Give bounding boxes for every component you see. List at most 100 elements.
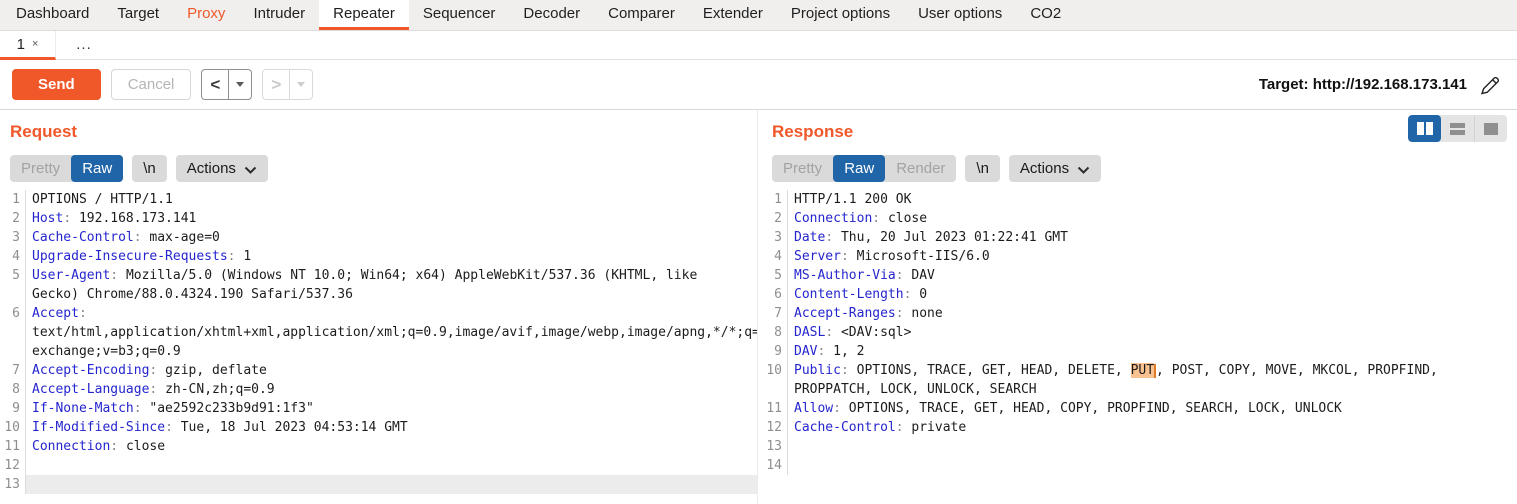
code-token: 0 bbox=[919, 287, 927, 302]
back-arrow-icon[interactable]: < bbox=[202, 75, 228, 95]
editor-line: 5MS-Author-Via: DAV bbox=[762, 266, 1517, 285]
line-content[interactable]: If-Modified-Since: Tue, 18 Jul 2023 04:5… bbox=[26, 418, 757, 437]
line-content[interactable]: User-Agent: Mozilla/5.0 (Windows NT 10.0… bbox=[26, 266, 757, 304]
request-actions-button[interactable]: Actions bbox=[176, 155, 268, 182]
line-content[interactable]: Accept: text/html,application/xhtml+xml,… bbox=[26, 304, 757, 361]
request-editor[interactable]: 1OPTIONS / HTTP/1.12Host: 192.168.173.14… bbox=[0, 190, 757, 504]
request-panel: Request Pretty Raw \n Actions 1OPTIONS /… bbox=[0, 110, 758, 504]
line-content[interactable]: Public: OPTIONS, TRACE, GET, HEAD, DELET… bbox=[788, 361, 1517, 399]
code-token: private bbox=[911, 420, 966, 435]
request-tab-pretty[interactable]: Pretty bbox=[10, 155, 71, 182]
code-token: : bbox=[149, 382, 165, 397]
layout-columns-button[interactable] bbox=[1408, 115, 1441, 142]
code-token: Cache-Control bbox=[794, 420, 896, 435]
code-token: Accept-Encoding bbox=[32, 363, 149, 378]
line-content[interactable]: Cache-Control: private bbox=[788, 418, 1517, 437]
code-token: Thu, 20 Jul 2023 01:22:41 GMT bbox=[841, 230, 1068, 245]
tab-close-icon[interactable]: × bbox=[32, 38, 38, 50]
line-content[interactable]: DASL: <DAV:sql> bbox=[788, 323, 1517, 342]
line-content[interactable]: Accept-Ranges: none bbox=[788, 304, 1517, 323]
edit-target-icon[interactable] bbox=[1479, 74, 1501, 96]
line-number: 7 bbox=[762, 304, 788, 323]
line-content[interactable]: Upgrade-Insecure-Requests: 1 bbox=[26, 247, 757, 266]
code-token: : bbox=[63, 211, 79, 226]
menu-item-intruder[interactable]: Intruder bbox=[239, 0, 319, 30]
menu-item-co2[interactable]: CO2 bbox=[1016, 0, 1075, 30]
line-content[interactable] bbox=[26, 456, 757, 475]
response-actions-button[interactable]: Actions bbox=[1009, 155, 1101, 182]
menu-item-comparer[interactable]: Comparer bbox=[594, 0, 689, 30]
line-number: 1 bbox=[762, 190, 788, 209]
response-tab-raw[interactable]: Raw bbox=[833, 155, 885, 182]
back-dropdown-icon[interactable] bbox=[236, 82, 244, 87]
menu-item-repeater[interactable]: Repeater bbox=[319, 0, 409, 30]
response-tab-pretty[interactable]: Pretty bbox=[772, 155, 833, 182]
code-token: Cache-Control bbox=[32, 230, 134, 245]
response-editor[interactable]: 1HTTP/1.1 200 OK2Connection: close3Date:… bbox=[762, 190, 1517, 504]
line-number: 1 bbox=[0, 190, 26, 209]
line-number: 8 bbox=[762, 323, 788, 342]
layout-switcher bbox=[1408, 115, 1507, 142]
code-token: : bbox=[872, 211, 888, 226]
line-content[interactable]: Accept-Language: zh-CN,zh;q=0.9 bbox=[26, 380, 757, 399]
response-tab-newline[interactable]: \n bbox=[965, 155, 1000, 182]
request-tab-raw[interactable]: Raw bbox=[71, 155, 123, 182]
line-content[interactable]: HTTP/1.1 200 OK bbox=[788, 190, 1517, 209]
line-content[interactable]: Connection: close bbox=[26, 437, 757, 456]
code-token: : bbox=[833, 401, 849, 416]
menu-item-sequencer[interactable]: Sequencer bbox=[409, 0, 510, 30]
line-content[interactable]: Connection: close bbox=[788, 209, 1517, 228]
request-tab-newline[interactable]: \n bbox=[132, 155, 167, 182]
editor-line: 3Cache-Control: max-age=0 bbox=[0, 228, 757, 247]
code-token: : bbox=[149, 363, 165, 378]
menu-item-target[interactable]: Target bbox=[103, 0, 173, 30]
line-content[interactable]: Host: 192.168.173.141 bbox=[26, 209, 757, 228]
send-button[interactable]: Send bbox=[12, 69, 101, 100]
line-number: 8 bbox=[0, 380, 26, 399]
request-view-tabs: Pretty Raw \n Actions bbox=[10, 155, 747, 182]
repeater-tab-1[interactable]: 1 × bbox=[0, 31, 56, 60]
code-token: Content-Length bbox=[794, 287, 904, 302]
line-number: 9 bbox=[762, 342, 788, 361]
split-divider bbox=[228, 70, 229, 99]
cancel-button[interactable]: Cancel bbox=[111, 69, 192, 100]
code-token: : bbox=[825, 325, 841, 340]
code-token: OPTIONS / HTTP/1.1 bbox=[32, 192, 173, 207]
editor-line: 6Content-Length: 0 bbox=[762, 285, 1517, 304]
menu-item-dashboard[interactable]: Dashboard bbox=[2, 0, 103, 30]
line-content[interactable] bbox=[26, 475, 757, 494]
line-content[interactable]: Content-Length: 0 bbox=[788, 285, 1517, 304]
line-content[interactable]: DAV: 1, 2 bbox=[788, 342, 1517, 361]
layout-single-button[interactable] bbox=[1474, 115, 1507, 142]
line-content[interactable] bbox=[788, 456, 1517, 475]
line-content[interactable]: OPTIONS / HTTP/1.1 bbox=[26, 190, 757, 209]
line-content[interactable] bbox=[788, 437, 1517, 456]
line-content[interactable]: Server: Microsoft-IIS/6.0 bbox=[788, 247, 1517, 266]
main-menu-bar: DashboardTargetProxyIntruderRepeaterSequ… bbox=[0, 0, 1517, 31]
code-token: DASL bbox=[794, 325, 825, 340]
line-content[interactable]: Accept-Encoding: gzip, deflate bbox=[26, 361, 757, 380]
history-back-button[interactable]: < bbox=[201, 69, 252, 100]
menu-item-user-options[interactable]: User options bbox=[904, 0, 1016, 30]
repeater-tab-more[interactable]: ... bbox=[56, 31, 112, 60]
split-divider bbox=[289, 70, 290, 99]
actions-label: Actions bbox=[1020, 160, 1069, 177]
line-content[interactable]: Allow: OPTIONS, TRACE, GET, HEAD, COPY, … bbox=[788, 399, 1517, 418]
line-content[interactable]: If-None-Match: "ae2592c233b9d91:1f3" bbox=[26, 399, 757, 418]
response-tab-render[interactable]: Render bbox=[885, 155, 956, 182]
layout-rows-button[interactable] bbox=[1441, 115, 1474, 142]
menu-item-project-options[interactable]: Project options bbox=[777, 0, 904, 30]
line-content[interactable]: Date: Thu, 20 Jul 2023 01:22:41 GMT bbox=[788, 228, 1517, 247]
menu-item-proxy[interactable]: Proxy bbox=[173, 0, 239, 30]
line-number: 14 bbox=[762, 456, 788, 475]
line-content[interactable]: Cache-Control: max-age=0 bbox=[26, 228, 757, 247]
target-url: http://192.168.173.141 bbox=[1313, 76, 1467, 93]
code-token: gzip, deflate bbox=[165, 363, 267, 378]
line-number: 12 bbox=[762, 418, 788, 437]
code-token: Public bbox=[794, 363, 841, 378]
menu-item-decoder[interactable]: Decoder bbox=[509, 0, 594, 30]
editor-line: 1 OPTIONS / HTTP/1.1 bbox=[0, 190, 757, 209]
menu-item-extender[interactable]: Extender bbox=[689, 0, 777, 30]
code-token: If-Modified-Since bbox=[32, 420, 165, 435]
line-content[interactable]: MS-Author-Via: DAV bbox=[788, 266, 1517, 285]
